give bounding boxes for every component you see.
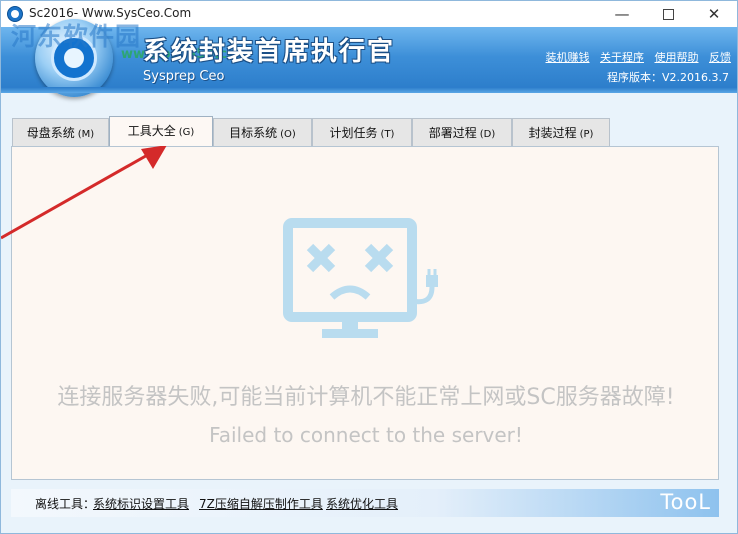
offline-tools-bar: 离线工具： 系统标识设置工具 7Z压缩自解压制作工具 系统优化工具 TooL — [11, 489, 719, 517]
link-help[interactable]: 使用帮助 — [655, 51, 699, 64]
app-window: Sc2016- Www.SysCeo.Com — ✕ 河东软件园 www.pc0… — [0, 0, 738, 534]
brand-subtitle: Sysprep Ceo — [143, 69, 225, 84]
maximize-button[interactable] — [645, 1, 691, 27]
tool-link-system-id[interactable]: 系统标识设置工具 — [93, 495, 189, 512]
brand-title: 系统封装首席执行官 — [143, 37, 396, 67]
tool-link-optimizer[interactable]: 系统优化工具 — [326, 495, 398, 512]
annotation-arrow-icon — [1, 145, 167, 240]
header-banner: 河东软件园 www.pc0359.cn 系统封装首席执行官 Sysprep Ce… — [1, 19, 737, 97]
link-about[interactable]: 关于程序 — [600, 51, 644, 64]
maximize-icon — [662, 9, 674, 20]
tab-deploy-process[interactable]: 部署过程 (D) — [412, 118, 512, 146]
tool-brand-label: TooL — [660, 490, 711, 514]
error-message-cn: 连接服务器失败,可能当前计算机不能正常上网或SC服务器故障! — [57, 385, 675, 410]
tab-target-system[interactable]: 目标系统 (O) — [213, 118, 312, 146]
error-message-en: Failed to connect to the server! — [209, 423, 523, 447]
header-links: 装机赚钱 关于程序 使用帮助 反馈 — [539, 49, 732, 65]
tab-bar: 母盘系统 (M) 工具大全 (G) 目标系统 (O) 计划任务 (T) 部署过程 (D) … — [12, 116, 732, 147]
link-install-earn[interactable]: 装机赚钱 — [546, 51, 590, 64]
version-label: 程序版本：V2.2016.3.7 — [606, 71, 729, 84]
minimize-button[interactable]: — — [599, 1, 645, 27]
close-button[interactable]: ✕ — [691, 1, 737, 27]
link-feedback[interactable]: 反馈 — [709, 51, 731, 64]
tool-link-7z-sfx[interactable]: 7Z压缩自解压制作工具 — [199, 495, 323, 512]
tab-tools[interactable]: 工具大全 (G) — [109, 116, 213, 146]
offline-tools-label: 离线工具： — [35, 497, 96, 511]
tab-package-process[interactable]: 封装过程 (P) — [512, 118, 610, 146]
tab-scheduled-tasks[interactable]: 计划任务 (T) — [312, 118, 412, 146]
disconnected-monitor-icon — [283, 218, 438, 338]
